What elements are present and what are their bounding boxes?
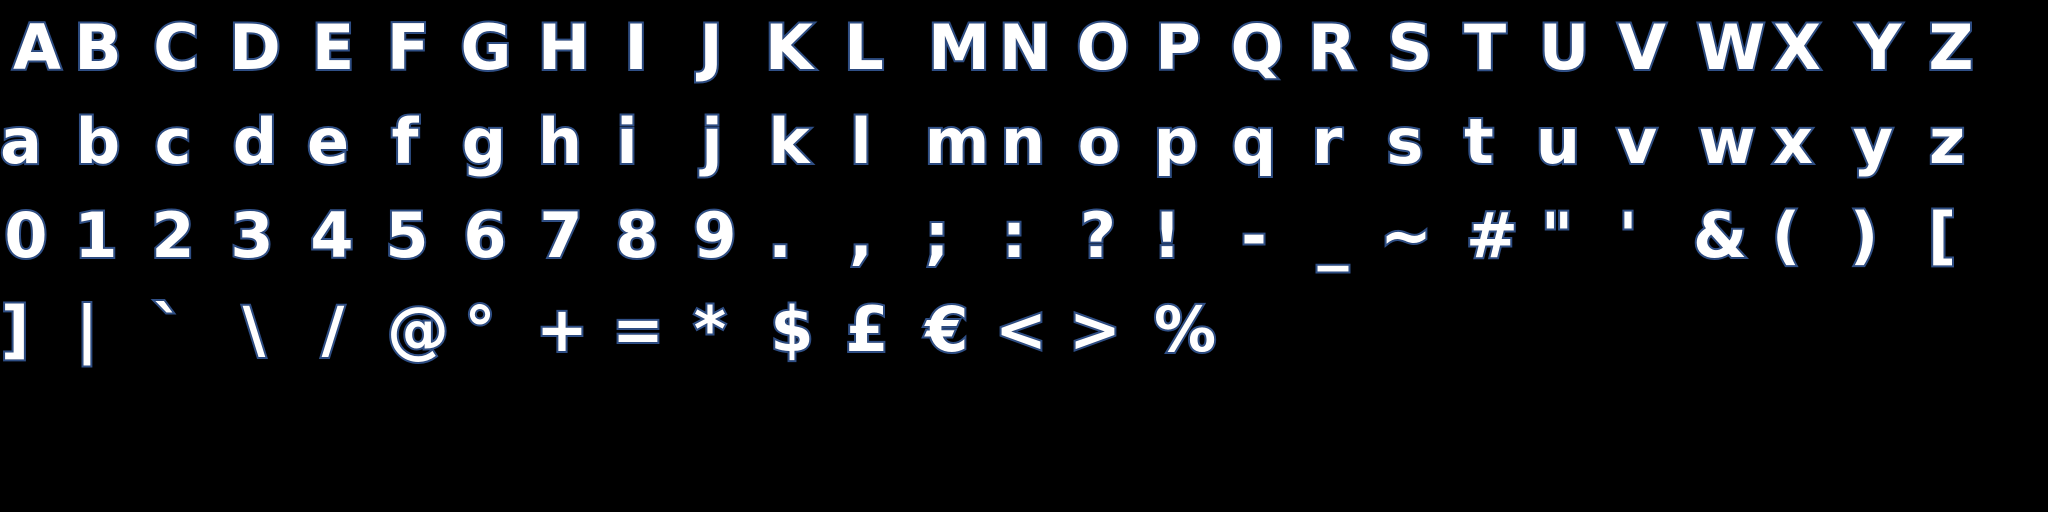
- glyph-lowercase-w: w: [1696, 103, 1757, 180]
- glyph-greater-than: >: [1067, 291, 1123, 368]
- glyph-uppercase-h: H: [536, 9, 592, 86]
- glyph-uppercase-o: O: [1075, 9, 1132, 86]
- glyph-lowercase-l: l: [848, 103, 873, 180]
- glyph-apostrophe: ': [1617, 197, 1640, 274]
- glyph-right-parenthesis: ): [1848, 197, 1880, 274]
- glyph-lowercase-u: u: [1534, 103, 1582, 180]
- glyph-digit-1: 1: [72, 197, 119, 274]
- glyph-uppercase-i: I: [622, 9, 649, 86]
- glyph-uppercase-w: W: [1695, 9, 1767, 86]
- glyph-lowercase-p: p: [1152, 103, 1200, 180]
- glyph-hash: #: [1464, 197, 1520, 274]
- glyph-uppercase-u: U: [1537, 9, 1591, 86]
- glyph-period: .: [766, 197, 794, 274]
- glyph-euro: €: [923, 291, 970, 368]
- glyph-digit-0: 0: [2, 197, 49, 274]
- lowercase-letters-row: a b c d e f g h i j k l m n o p q r s t …: [0, 94, 2048, 190]
- glyph-uppercase-k: K: [763, 9, 815, 86]
- glyph-digit-4: 4: [308, 197, 355, 274]
- glyph-lowercase-v: v: [1615, 103, 1659, 180]
- glyph-lowercase-t: t: [1462, 103, 1496, 180]
- glyph-uppercase-f: F: [385, 9, 431, 86]
- glyph-less-than: <: [993, 291, 1049, 368]
- digits-and-punctuation-row: 0 1 2 3 4 5 6 7 8 9 . , ; : ? ! - _ ~ # …: [0, 188, 2048, 284]
- glyph-backtick: `: [151, 291, 186, 368]
- glyph-vertical-bar: |: [74, 291, 101, 368]
- glyph-lowercase-q: q: [1230, 103, 1278, 180]
- glyph-colon: :: [1000, 197, 1029, 274]
- glyph-uppercase-v: V: [1616, 9, 1668, 86]
- glyph-lowercase-z: z: [1927, 103, 1967, 180]
- glyph-digit-9: 9: [691, 197, 738, 274]
- glyph-tilde: ~: [1378, 197, 1434, 274]
- glyph-digit-6: 6: [461, 197, 508, 274]
- glyph-digit-2: 2: [149, 197, 196, 274]
- glyph-uppercase-n: N: [997, 9, 1053, 86]
- glyph-lowercase-f: f: [390, 103, 421, 180]
- glyph-uppercase-q: Q: [1229, 9, 1286, 86]
- glyph-percent: %: [1152, 291, 1218, 368]
- glyph-lowercase-b: b: [74, 103, 122, 180]
- glyph-uppercase-s: S: [1386, 9, 1435, 86]
- glyph-lowercase-k: k: [766, 103, 811, 180]
- glyph-lowercase-d: d: [231, 103, 279, 180]
- glyph-digit-8: 8: [613, 197, 660, 274]
- glyph-lowercase-n: n: [999, 103, 1047, 180]
- glyph-equals: =: [610, 291, 666, 368]
- glyph-lowercase-e: e: [305, 103, 351, 180]
- glyph-asterisk: *: [692, 291, 728, 368]
- glyph-uppercase-x: X: [1771, 9, 1823, 86]
- glyph-uppercase-d: D: [227, 9, 282, 86]
- glyph-uppercase-c: C: [151, 9, 201, 86]
- uppercase-letters-row: A B C D E F G H I J K L M N O P Q R S T …: [0, 0, 2048, 96]
- glyph-lowercase-h: h: [536, 103, 584, 180]
- glyph-uppercase-z: Z: [1927, 9, 1976, 86]
- glyph-uppercase-t: T: [1462, 9, 1508, 86]
- glyph-lowercase-y: y: [1851, 103, 1895, 180]
- glyph-lowercase-c: c: [153, 103, 194, 180]
- glyph-backslash: \: [241, 291, 268, 368]
- symbols-row: ] | ` \ / @ ° + = * $ £ € < > %: [0, 282, 2048, 378]
- glyph-pound: £: [843, 291, 890, 368]
- glyph-question-mark: ?: [1078, 197, 1118, 274]
- glyph-left-bracket: [: [1926, 197, 1958, 274]
- glyph-underscore: _: [1316, 197, 1351, 274]
- glyph-uppercase-g: G: [459, 9, 514, 86]
- glyph-lowercase-m: m: [923, 103, 992, 180]
- glyph-double-quote: ": [1539, 197, 1575, 274]
- glyph-dollar: $: [768, 291, 815, 368]
- glyph-comma: ,: [847, 197, 875, 274]
- glyph-uppercase-e: E: [310, 9, 356, 86]
- glyph-semicolon: ;: [923, 197, 952, 274]
- glyph-lowercase-g: g: [460, 103, 508, 180]
- glyph-lowercase-s: s: [1385, 103, 1426, 180]
- glyph-exclamation-mark: !: [1151, 197, 1183, 274]
- glyph-sheet: A B C D E F G H I J K L M N O P Q R S T …: [0, 0, 2048, 512]
- glyph-slash: /: [320, 291, 347, 368]
- glyph-plus: +: [534, 291, 590, 368]
- glyph-left-parenthesis: (: [1770, 197, 1802, 274]
- glyph-uppercase-y: Y: [1855, 9, 1904, 86]
- glyph-lowercase-j: j: [699, 103, 724, 180]
- glyph-uppercase-l: L: [842, 9, 886, 86]
- glyph-lowercase-r: r: [1310, 103, 1345, 180]
- glyph-lowercase-i: i: [614, 103, 639, 180]
- glyph-uppercase-r: R: [1306, 9, 1358, 86]
- glyph-ampersand: &: [1691, 197, 1749, 274]
- glyph-lowercase-o: o: [1076, 103, 1123, 180]
- glyph-right-bracket: ]: [0, 291, 31, 368]
- glyph-uppercase-p: P: [1153, 9, 1202, 86]
- glyph-digit-3: 3: [228, 197, 275, 274]
- glyph-uppercase-j: J: [697, 9, 724, 86]
- glyph-lowercase-a: a: [0, 103, 44, 180]
- glyph-digit-7: 7: [537, 197, 584, 274]
- glyph-hyphen: -: [1239, 197, 1269, 274]
- glyph-degree: °: [463, 291, 498, 368]
- glyph-digit-5: 5: [383, 197, 430, 274]
- glyph-uppercase-m: M: [926, 9, 992, 86]
- glyph-lowercase-x: x: [1771, 103, 1815, 180]
- glyph-uppercase-b: B: [72, 9, 123, 86]
